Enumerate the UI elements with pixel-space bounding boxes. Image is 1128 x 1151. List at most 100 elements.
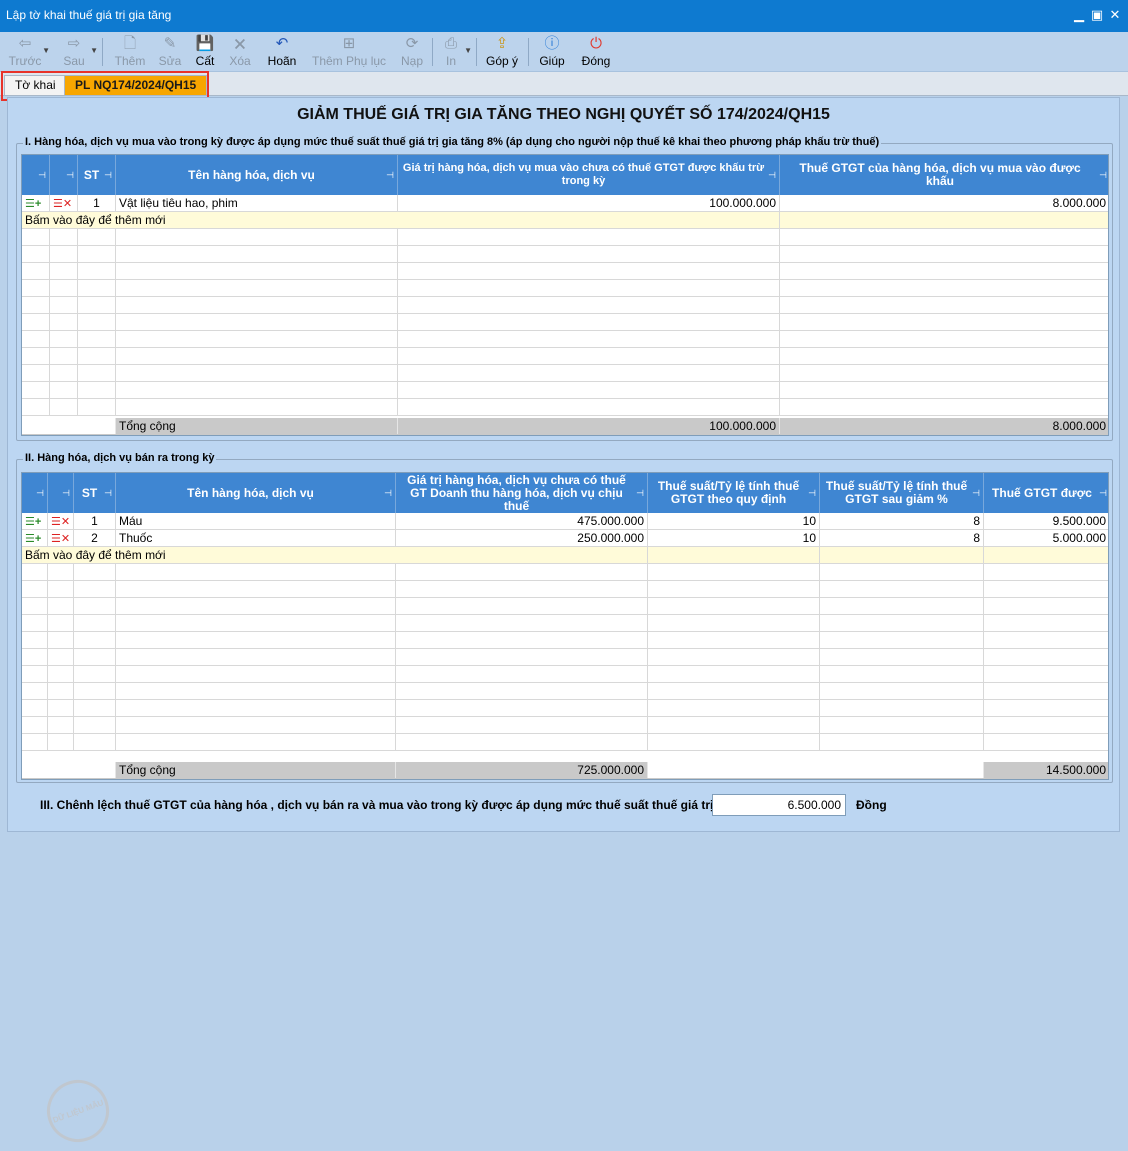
load-button[interactable]: ⟳ Nạp [396,34,428,70]
pin-icon[interactable]: ⊣ [636,487,644,500]
empty-cell [22,700,48,716]
empty-cell [396,632,648,648]
minimize-button[interactable]: ▁ [1070,6,1088,24]
cell-tax[interactable]: 5.000.000 [984,530,1108,546]
pin-icon[interactable]: ⊣ [1099,487,1107,500]
empty-cell [78,348,116,364]
cell-name[interactable]: Thuốc [116,530,396,546]
sales-grid: ⊣ ⊣ ST ⊣ Tên hàng hóa, dịch vụ ⊣ Giá trị h… [21,472,1109,780]
add-new-row[interactable]: Bấm vào đây để thêm mới [22,212,1108,229]
cell-rate[interactable]: 10 [648,513,820,529]
cell-rate[interactable]: 10 [648,530,820,546]
pin-icon[interactable]: ⊣ [972,487,980,500]
pin-icon[interactable]: ⊣ [768,169,776,182]
empty-cell [116,280,398,296]
table-row[interactable]: ☰+ ☰✕ 1 Máu 475.000.000 10 8 9.500.000 [22,513,1108,530]
empty-cell [116,700,396,716]
cell-value[interactable]: 100.000.000 [398,195,780,211]
add-new-row[interactable]: Bấm vào đây để thêm mới [22,547,1108,564]
empty-row [22,717,1108,734]
cell-stt: 1 [78,195,116,211]
add-row-icon[interactable]: ☰+ [25,533,41,545]
total-tax: 8.000.000 [780,418,1108,434]
chevron-down-icon[interactable]: ▼ [42,46,50,55]
new-doc-icon: 🗋 [123,35,137,52]
empty-cell [116,331,398,347]
prev-button[interactable]: ⇦ Trước ▼ [8,34,50,70]
empty-row [22,598,1108,615]
pin-icon[interactable]: ⊣ [62,487,70,500]
pin-icon[interactable]: ⊣ [386,169,394,182]
empty-cell [50,365,78,381]
delete-button[interactable]: 🗙 Xóa [225,34,255,70]
print-button[interactable]: ⎙ In ▼ [438,34,472,70]
delete-row-icon[interactable]: ☰✕ [51,533,70,545]
empty-cell [22,564,48,580]
col-tax: Thuế GTGT được [992,485,1092,500]
save-button[interactable]: 💾 Cất [190,34,220,70]
cell-rate-reduced[interactable]: 8 [820,530,984,546]
next-button[interactable]: ⇨ Sau ▼ [58,34,98,70]
page-title: GIẢM THUẾ GIÁ TRỊ GIA TĂNG THEO NGHỊ QUY… [297,106,830,123]
cell-tax[interactable]: 9.500.000 [984,513,1108,529]
add-button[interactable]: 🗋 Thêm [113,34,147,70]
empty-cell [820,632,984,648]
pin-icon[interactable]: ⊣ [38,169,46,182]
empty-row [22,280,1108,297]
feedback-icon: ⇪ [495,35,509,52]
empty-cell [50,382,78,398]
empty-cell [50,348,78,364]
pin-icon[interactable]: ⊣ [808,487,816,500]
pin-icon[interactable]: ⊣ [384,487,392,500]
chevron-down-icon[interactable]: ▼ [464,46,472,55]
empty-cell [48,734,74,750]
close-button[interactable]: ⏻ Đóng [579,34,613,70]
postpone-button[interactable]: ↶ Hoãn [264,34,300,70]
edit-button[interactable]: ✎ Sửa [155,34,185,70]
delete-doc-icon: 🗙 [234,35,246,52]
delete-row-icon[interactable]: ☰✕ [51,516,70,528]
difference-input[interactable]: 6.500.000 [712,794,846,816]
maximize-button[interactable]: ▣ [1088,6,1106,24]
delete-row-icon[interactable]: ☰✕ [53,198,72,210]
arrow-left-icon: ⇦ [18,35,32,52]
add-row-icon[interactable]: ☰+ [25,198,41,210]
pin-icon[interactable]: ⊣ [104,487,112,500]
pin-icon[interactable]: ⊣ [1099,169,1107,182]
cell-name[interactable]: Vật liệu tiêu hao, phim [116,195,398,211]
cell-value[interactable]: 250.000.000 [396,530,648,546]
col-tax: Thuế GTGT của hàng hóa, dịch vụ mua vào … [799,161,1081,188]
cell-value[interactable]: 475.000.000 [396,513,648,529]
help-button[interactable]: ⓘ Giúp [536,34,568,70]
add-appendix-icon: ⊞ [342,35,356,52]
empty-row [22,615,1108,632]
toolbar-separator [476,38,477,66]
pin-icon[interactable]: ⊣ [66,169,74,182]
pin-icon[interactable]: ⊣ [104,169,112,182]
grid-header: ⊣ ⊣ ST ⊣ Tên hàng hóa, dịch vụ ⊣ Giá trị h… [22,155,1108,195]
add-row-icon[interactable]: ☰+ [25,516,41,528]
empty-cell [116,365,398,381]
feedback-button[interactable]: ⇪ Góp ý [484,34,520,70]
empty-cell [116,382,398,398]
cell-tax[interactable]: 8.000.000 [780,195,1108,211]
table-row[interactable]: ☰+ ☰✕ 2 Thuốc 250.000.000 10 8 5.000.000 [22,530,1108,547]
chevron-down-icon[interactable]: ▼ [90,46,98,55]
empty-cell [22,280,50,296]
add-new-label[interactable]: Bấm vào đây để thêm mới [22,212,398,228]
close-window-button[interactable]: ✕ [1106,6,1124,24]
arrow-right-icon: ⇨ [67,35,81,52]
pin-icon[interactable]: ⊣ [36,487,44,500]
empty-cell [984,734,1108,750]
empty-cell [48,564,74,580]
empty-cell [78,331,116,347]
cell-name[interactable]: Máu [116,513,396,529]
add-appendix-button[interactable]: ⊞ Thêm Phụ lục [312,34,386,70]
cell-rate-reduced[interactable]: 8 [820,513,984,529]
help-icon: ⓘ [544,35,560,52]
empty-cell [22,263,50,279]
add-new-label[interactable]: Bấm vào đây để thêm mới [22,547,396,563]
empty-cell [984,717,1108,733]
table-row[interactable]: ☰+ ☰✕ 1 Vật liệu tiêu hao, phim 100.000.… [22,195,1108,212]
empty-cell [22,314,50,330]
